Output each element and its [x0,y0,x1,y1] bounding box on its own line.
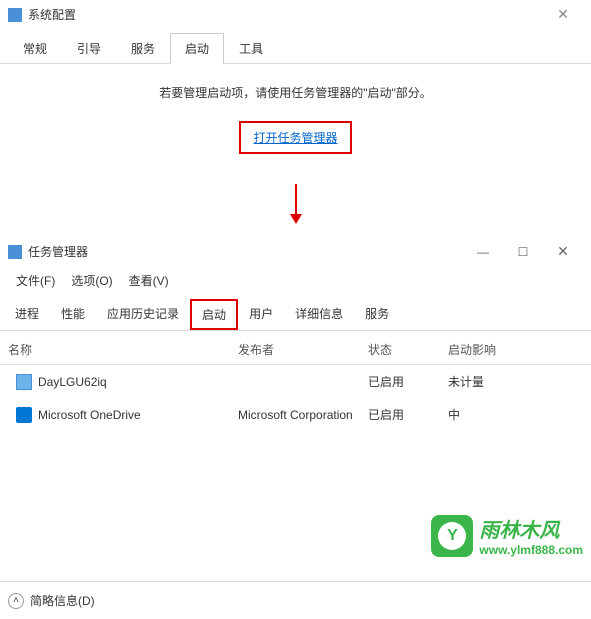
tab-startup[interactable]: 启动 [170,33,224,64]
window-title: 任务管理器 [28,243,463,260]
tab-boot[interactable]: 引导 [62,33,116,63]
close-button[interactable]: ✕ [543,6,583,23]
col-header-impact[interactable]: 启动影响 [448,341,583,358]
tab-general[interactable]: 常规 [8,33,62,63]
watermark: Y 雨林木风 www.ylmf888.com [431,514,583,557]
tab-app-history[interactable]: 应用历史记录 [96,299,190,330]
col-header-status[interactable]: 状态 [368,341,448,358]
row-name: DayLGU62iq [38,375,107,389]
watermark-logo: Y [431,515,473,557]
maximize-button[interactable]: ☐ [503,245,543,259]
watermark-title: 雨林木风 [479,514,583,543]
col-header-publisher[interactable]: 发布者 [238,341,368,358]
link-highlight-box: 打开任务管理器 [239,121,351,154]
tab-services[interactable]: 服务 [354,299,400,330]
row-impact: 未计量 [448,373,583,390]
titlebar: 任务管理器 — ☐ ✕ [0,237,591,266]
app-icon [8,8,22,22]
app-icon [8,245,22,259]
row-status: 已启用 [368,406,448,423]
tab-content: 若要管理启动项，请使用任务管理器的"启动"部分。 打开任务管理器 [0,64,591,174]
col-header-name[interactable]: 名称 [8,341,238,358]
startup-message: 若要管理启动项，请使用任务管理器的"启动"部分。 [0,84,591,101]
tab-processes[interactable]: 进程 [4,299,50,330]
system-config-window: 系统配置 ✕ 常规 引导 服务 启动 工具 若要管理启动项，请使用任务管理器的"… [0,0,591,174]
expand-collapse-button[interactable]: ˄ [8,593,24,609]
menu-view[interactable]: 查看(V) [121,270,177,291]
row-name: Microsoft OneDrive [38,408,141,422]
open-task-manager-link[interactable]: 打开任务管理器 [253,131,337,145]
row-publisher: Microsoft Corporation [238,408,368,422]
watermark-url: www.ylmf888.com [479,543,583,557]
app-icon [16,374,32,390]
table-header: 名称 发布者 状态 启动影响 [0,331,591,365]
tab-tools[interactable]: 工具 [224,33,278,63]
tab-performance[interactable]: 性能 [50,299,96,330]
footer: ˄ 简略信息(D) [0,581,591,619]
menu-file[interactable]: 文件(F) [8,270,63,291]
tab-startup[interactable]: 启动 [190,299,238,330]
table-row[interactable]: DayLGU62iq 已启用 未计量 [0,365,591,398]
menubar: 文件(F) 选项(O) 查看(V) [0,266,591,295]
footer-label: 简略信息(D) [30,592,95,609]
table-row[interactable]: Microsoft OneDrive Microsoft Corporation… [0,398,591,431]
row-impact: 中 [448,406,583,423]
arrow-annotation [0,174,591,237]
minimize-button[interactable]: — [463,245,503,259]
titlebar: 系统配置 ✕ [0,0,591,29]
close-button[interactable]: ✕ [543,243,583,260]
menu-options[interactable]: 选项(O) [63,270,120,291]
tab-services[interactable]: 服务 [116,33,170,63]
tab-users[interactable]: 用户 [238,299,284,330]
row-status: 已启用 [368,373,448,390]
window-title: 系统配置 [28,6,543,23]
tabs: 常规 引导 服务 启动 工具 [0,29,591,64]
onedrive-icon [16,407,32,423]
tab-details[interactable]: 详细信息 [284,299,354,330]
tabs: 进程 性能 应用历史记录 启动 用户 详细信息 服务 [0,295,591,331]
task-manager-window: 任务管理器 — ☐ ✕ 文件(F) 选项(O) 查看(V) 进程 性能 应用历史… [0,237,591,619]
empty-area [0,431,591,581]
